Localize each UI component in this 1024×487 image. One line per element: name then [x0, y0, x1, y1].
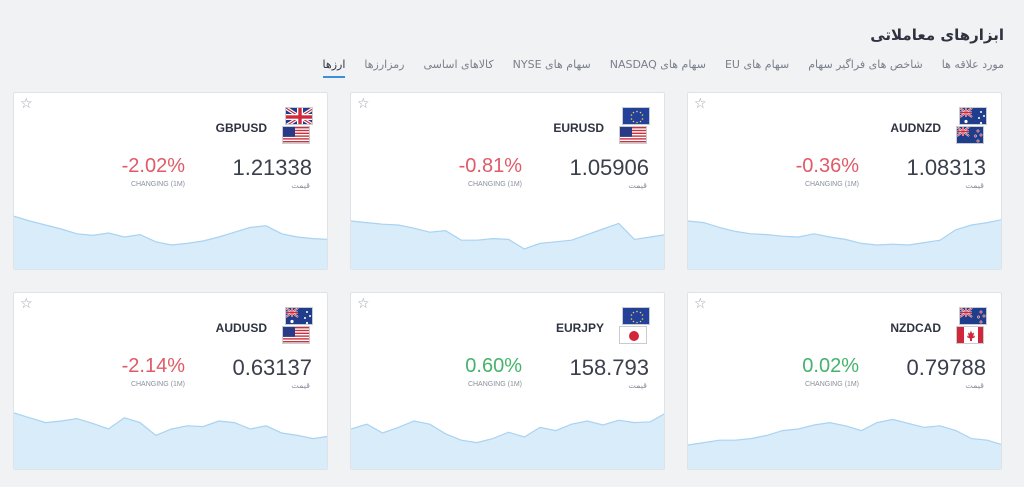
base-currency-flag-icon — [285, 307, 313, 325]
price-sparkline-chart — [688, 418, 1001, 469]
quote-currency-flag-icon — [956, 126, 984, 144]
favorite-star-icon[interactable]: ☆ — [694, 96, 707, 112]
currency-flags — [955, 107, 987, 147]
change-label: CHANGING (1M) — [467, 181, 522, 188]
tab-nasdaq-stocks[interactable]: سهام های NASDAQ — [610, 58, 706, 78]
instrument-card[interactable]: ☆ GBPUSD 1.21338 قیمت -2.02% CHANGING (1… — [13, 92, 328, 270]
change-label: CHANGING (1M) — [804, 381, 859, 388]
quote-currency-flag-icon — [619, 326, 647, 344]
tab-crypto[interactable]: رمزارزها — [364, 58, 404, 78]
change-label: CHANGING (1M) — [804, 181, 859, 188]
change-percent: 0.02% — [802, 355, 859, 377]
tab-favorites[interactable]: مورد علاقه ها — [942, 58, 1004, 78]
currency-flags — [618, 307, 650, 347]
price-sparkline-chart — [14, 412, 327, 469]
instrument-card[interactable]: ☆ EURJPY 158.793 قیمت 0.60% CHANGING (1M… — [350, 292, 665, 470]
sparkline-area — [14, 216, 327, 269]
price-value: 0.63137 — [232, 355, 312, 380]
change-percent: -2.02% — [121, 155, 185, 177]
base-currency-flag-icon — [622, 107, 650, 125]
quote-currency-flag-icon — [282, 326, 310, 344]
tab-commodities[interactable]: کالاهای اساسی — [424, 58, 494, 78]
price-sparkline-chart — [351, 413, 664, 469]
tab-eu-stocks[interactable]: سهام های EU — [725, 58, 789, 78]
favorite-star-icon[interactable]: ☆ — [357, 96, 370, 112]
currency-pair-name: AUDUSD — [215, 321, 267, 335]
quote-currency-flag-icon — [956, 326, 984, 344]
base-currency-flag-icon — [959, 307, 987, 325]
currency-pair-name: EURJPY — [555, 321, 604, 335]
price-value: 0.79788 — [906, 355, 986, 380]
price-value: 1.08313 — [906, 155, 986, 180]
tab-nyse-stocks[interactable]: سهام های NYSE — [513, 58, 591, 78]
sparkline-area — [688, 419, 1001, 469]
sparkline-area — [351, 221, 664, 269]
tab-currencies[interactable]: ارزها — [322, 58, 346, 78]
favorite-star-icon[interactable]: ☆ — [694, 296, 707, 312]
price-value: 1.05906 — [569, 155, 649, 180]
currency-pair-name: AUDNZD — [890, 121, 941, 135]
instrument-card[interactable]: ☆ AUDNZD 1.08313 قیمت -0.36% CHANGING (1… — [687, 92, 1002, 270]
base-currency-flag-icon — [959, 107, 987, 125]
quote-currency-flag-icon — [619, 126, 647, 144]
base-currency-flag-icon — [622, 307, 650, 325]
change-percent: -0.36% — [795, 155, 859, 177]
currency-flags — [955, 307, 987, 347]
favorite-star-icon[interactable]: ☆ — [357, 296, 370, 312]
favorite-star-icon[interactable]: ☆ — [20, 296, 33, 312]
instrument-tabs: ارزها رمزارزها کالاهای اساسی سهام های NY… — [322, 58, 1004, 78]
favorite-star-icon[interactable]: ☆ — [20, 96, 33, 112]
page-title: ابزارهای معاملاتی — [870, 26, 1004, 44]
change-percent: 0.60% — [465, 355, 522, 377]
currency-pair-name: GBPUSD — [215, 121, 267, 135]
currency-flags — [618, 107, 650, 147]
currency-flags — [281, 307, 313, 347]
currency-pair-name: NZDCAD — [890, 321, 941, 335]
instrument-card[interactable]: ☆ AUDUSD 0.63137 قیمت -2.14% CHANGING (1… — [13, 292, 328, 470]
sparkline-area — [688, 219, 1001, 269]
price-value: 158.793 — [569, 355, 649, 380]
instrument-card[interactable]: ☆ EURUSD 1.05906 قیمت -0.81% CHANGING (1… — [350, 92, 665, 270]
base-currency-flag-icon — [285, 107, 313, 125]
currency-flags — [281, 107, 313, 147]
change-percent: -0.81% — [458, 155, 522, 177]
instrument-card[interactable]: ☆ NZDCAD 0.79788 قیمت 0.02% CHANGING (1M… — [687, 292, 1002, 470]
price-sparkline-chart — [351, 220, 664, 269]
currency-pair-name: EURUSD — [553, 121, 604, 135]
sparkline-area — [351, 414, 664, 469]
price-sparkline-chart — [14, 215, 327, 269]
change-label: CHANGING (1M) — [130, 181, 185, 188]
change-percent: -2.14% — [121, 355, 185, 377]
price-value: 1.21338 — [232, 155, 312, 180]
price-sparkline-chart — [688, 219, 1001, 269]
tab-indices[interactable]: شاخص های فراگیر سهام — [808, 58, 923, 78]
quote-currency-flag-icon — [282, 126, 310, 144]
change-label: CHANGING (1M) — [130, 381, 185, 388]
change-label: CHANGING (1M) — [467, 381, 522, 388]
